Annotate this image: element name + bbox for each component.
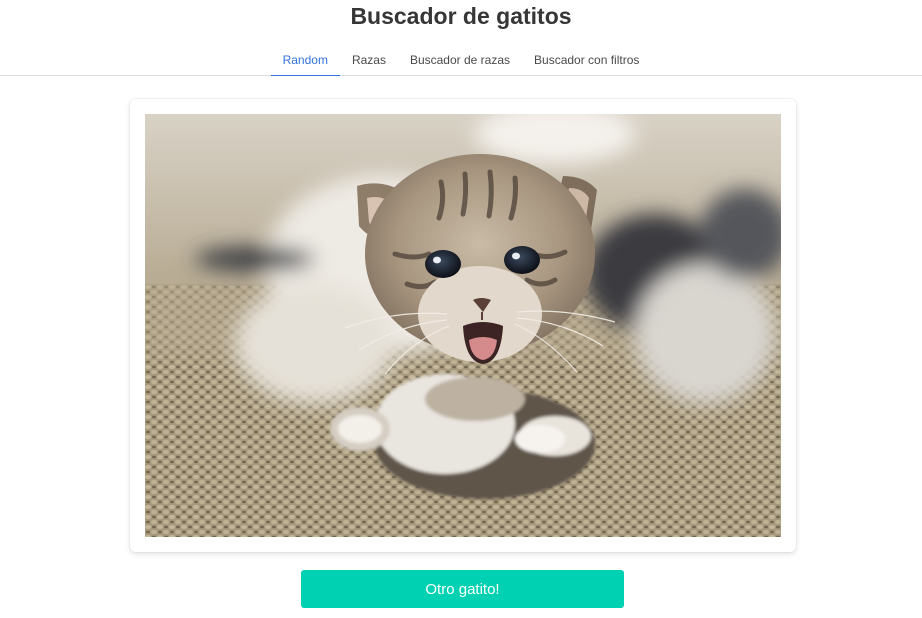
page-title: Buscador de gatitos bbox=[350, 3, 572, 29]
kitten-illustration bbox=[145, 114, 781, 537]
kitten-photo bbox=[145, 114, 781, 537]
image-card bbox=[130, 99, 796, 552]
app-root: Buscador de gatitos Random Razas Buscado… bbox=[0, 0, 922, 618]
tab-bar: Random Razas Buscador de razas Buscador … bbox=[0, 45, 922, 76]
tab-random[interactable]: Random bbox=[270, 45, 340, 76]
next-kitten-button[interactable]: Otro gatito! bbox=[301, 570, 624, 608]
tab-buscador-de-razas[interactable]: Buscador de razas bbox=[398, 45, 522, 76]
tab-buscador-con-filtros[interactable]: Buscador con filtros bbox=[522, 45, 651, 76]
tab-razas[interactable]: Razas bbox=[340, 45, 398, 76]
